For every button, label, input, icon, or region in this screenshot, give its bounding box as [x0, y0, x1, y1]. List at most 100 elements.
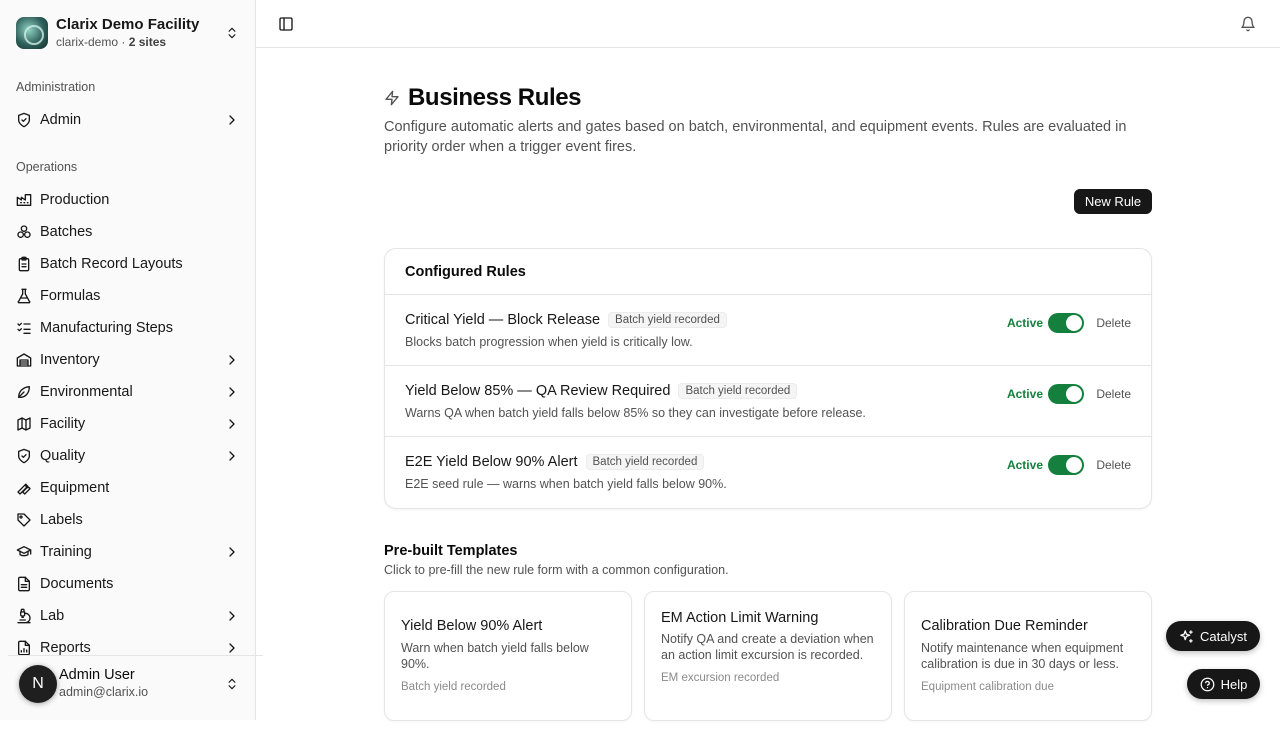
user-menu[interactable]: N Admin User admin@clarix.io: [16, 662, 240, 706]
org-sites: 2 sites: [128, 35, 167, 49]
rule-row: Yield Below 85% — QA Review Required Batc…: [385, 366, 1151, 437]
templates-title: Pre-built Templates: [384, 543, 518, 559]
template-name: Yield Below 90% Alert: [401, 618, 543, 634]
sidebar-item-environmental[interactable]: Environmental: [8, 378, 248, 406]
shield-icon: [16, 112, 32, 128]
sidebar-divider: [8, 655, 263, 656]
map-icon: [16, 416, 32, 432]
sidebar-item-label: Equipment: [40, 480, 110, 496]
template-description: Notify QA and create a deviation when an…: [661, 632, 874, 662]
delete-rule-button[interactable]: Delete: [1096, 387, 1131, 401]
rule-name: Yield Below 85% — QA Review Required: [405, 383, 671, 399]
sidebar-item-label: Batches: [40, 224, 93, 240]
sidebar-item-manufacturing-steps[interactable]: Manufacturing Steps: [8, 314, 248, 342]
delete-rule-button[interactable]: Delete: [1096, 316, 1131, 330]
delete-rule-button[interactable]: Delete: [1096, 458, 1131, 472]
sidebar-item-lab[interactable]: Lab: [8, 602, 248, 630]
wrench-icon: [16, 480, 32, 496]
chevron-right-icon: [229, 387, 235, 397]
rule-status: Active: [1006, 316, 1043, 330]
sidebar-item-reports[interactable]: Reports: [8, 634, 248, 662]
templates-description: Click to pre-fill the new rule form with…: [384, 563, 729, 577]
chevron-right-icon: [229, 115, 235, 125]
shield-check-icon: [16, 448, 32, 464]
sidebar-item-label: Manufacturing Steps: [40, 320, 173, 336]
template-card-em-action[interactable]: EM Action Limit Warning Notify QA and cr…: [644, 591, 892, 721]
bell-icon[interactable]: [1240, 16, 1256, 32]
sidebar-item-documents[interactable]: Documents: [8, 570, 248, 598]
new-rule-button[interactable]: New Rule: [1074, 189, 1152, 214]
chevron-right-icon: [229, 419, 235, 429]
sidebar-item-equipment[interactable]: Equipment: [8, 474, 248, 502]
rule-name: E2E Yield Below 90% Alert: [405, 454, 578, 470]
template-card-calibration[interactable]: Calibration Due Reminder Notify maintena…: [904, 591, 1152, 721]
template-trigger: Equipment calibration due: [921, 681, 1054, 693]
sidebar-item-label: Training: [40, 544, 92, 560]
sidebar-item-quality[interactable]: Quality: [8, 442, 248, 470]
sidebar-item-label: Labels: [40, 512, 83, 528]
topbar: [256, 0, 1280, 48]
sidebar: Clarix Demo Facility clarix-demo · 2 sit…: [0, 0, 263, 720]
org-separator: ·: [118, 35, 129, 49]
template-description: Warn when batch yield falls below 90%.: [401, 641, 589, 671]
microscope-icon: [16, 608, 32, 624]
sidebar-item-label: Reports: [40, 640, 91, 656]
rule-description: Blocks batch progression when yield is c…: [405, 335, 693, 349]
rule-active-toggle[interactable]: [1048, 455, 1084, 475]
rule-description: Warns QA when batch yield falls below 85…: [405, 406, 866, 420]
rule-active-toggle[interactable]: [1048, 384, 1084, 404]
chevron-right-icon: [229, 643, 235, 653]
sidebar-toggle-icon[interactable]: [278, 16, 294, 32]
sparkles-icon: [1180, 629, 1193, 643]
help-circle-icon: [1200, 677, 1214, 691]
sidebar-item-label: Quality: [40, 448, 86, 464]
sidebar-item-label: Documents: [40, 576, 114, 592]
sidebar-item-batches[interactable]: Batches: [8, 218, 248, 246]
sidebar-item-production[interactable]: Production: [8, 186, 248, 214]
catalyst-label: Catalyst: [1200, 628, 1247, 644]
sidebar-item-labels[interactable]: Labels: [8, 506, 248, 534]
sidebar-item-formulas[interactable]: Formulas: [8, 282, 248, 310]
sidebar-item-training[interactable]: Training: [8, 538, 248, 566]
file-text-icon: [16, 576, 32, 592]
factory-icon: [16, 192, 32, 208]
sidebar-item-batch-record-layouts[interactable]: Batch Record Layouts: [8, 250, 248, 278]
chevrons-up-down-icon: [224, 676, 240, 692]
page-description: Configure automatic alerts and gates bas…: [384, 119, 1127, 155]
help-label: Help: [1220, 676, 1248, 692]
rule-status: Active: [1006, 458, 1043, 472]
file-chart-icon: [16, 640, 32, 656]
chevron-right-icon: [229, 611, 235, 621]
tag-icon: [16, 512, 32, 528]
org-slug: clarix-demo: [56, 35, 119, 49]
sidebar-item-label: Batch Record Layouts: [40, 256, 183, 272]
avatar: N: [19, 665, 57, 703]
configured-rules-card: Configured Rules Critical Yield — Block …: [384, 248, 1152, 509]
trigger-badge: Batch yield recorded: [608, 312, 727, 328]
sidebar-item-inventory[interactable]: Inventory: [8, 346, 248, 374]
rule-active-toggle[interactable]: [1048, 313, 1084, 333]
group-label-operations: Operations: [16, 160, 78, 174]
chevron-right-icon: [229, 451, 235, 461]
boxes-icon: [16, 224, 32, 240]
list-checks-icon: [16, 320, 32, 336]
graduation-cap-icon: [16, 544, 32, 560]
rule-row: Critical Yield — Block Release Batch yiel…: [385, 295, 1151, 366]
warehouse-icon: [16, 352, 32, 368]
org-switcher[interactable]: Clarix Demo Facility clarix-demo · 2 sit…: [16, 16, 240, 50]
sidebar-item-admin[interactable]: Admin: [8, 106, 248, 134]
flask-icon: [16, 288, 32, 304]
help-button[interactable]: Help: [1187, 669, 1260, 699]
catalyst-button[interactable]: Catalyst: [1166, 621, 1260, 651]
group-label-administration: Administration: [16, 80, 96, 94]
sidebar-item-label: Lab: [40, 608, 65, 624]
trigger-badge: Batch yield recorded: [585, 454, 705, 470]
template-name: EM Action Limit Warning: [661, 610, 819, 626]
template-card-yield[interactable]: Yield Below 90% Alert Warn when batch yi…: [384, 591, 632, 721]
zap-icon: [385, 90, 399, 106]
page-header: Business Rules: [384, 84, 582, 112]
chevrons-up-down-icon: [224, 25, 240, 41]
sidebar-item-facility[interactable]: Facility: [8, 410, 248, 438]
user-email: admin@clarix.io: [59, 684, 149, 699]
sidebar-item-label: Facility: [40, 416, 86, 432]
